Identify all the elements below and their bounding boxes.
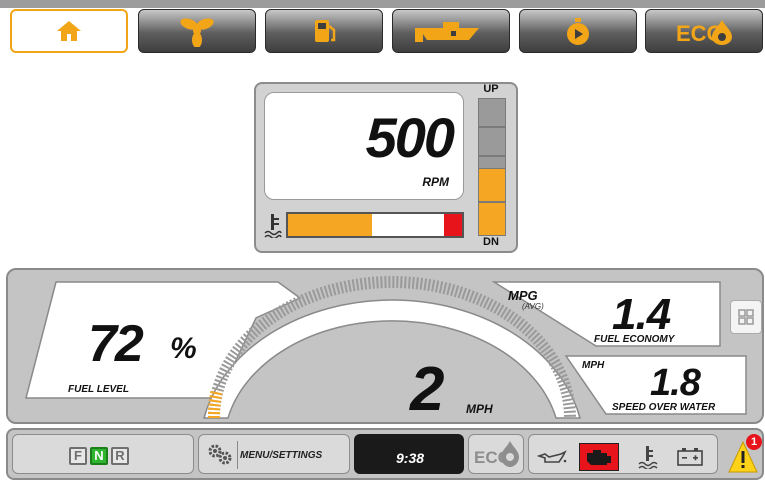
trip-timer-icon (567, 18, 589, 45)
trim-segment (478, 127, 506, 156)
menu-divider (237, 441, 238, 469)
propeller-icon (180, 18, 214, 47)
rpm-panel: 500 RPM UP DN (254, 82, 518, 253)
eco-drop-icon: ECO (474, 441, 519, 467)
tab-bar: ECO (0, 0, 765, 64)
gear-neutral: N (90, 447, 108, 465)
home-icon (57, 21, 81, 41)
oil-can-icon (537, 450, 567, 463)
gears-icon (208, 444, 232, 465)
engine-temperature-bar (286, 212, 464, 238)
speed-over-water-label: SPEED OVER WATER (612, 402, 716, 413)
eco-icon: ECO (676, 20, 732, 46)
check-engine-indicator (579, 443, 619, 471)
engine-temperature-red-zone (444, 214, 462, 236)
tab-eco[interactable]: ECO (645, 9, 763, 53)
economy-unit: MPG (508, 288, 538, 303)
economy-avg-label: (AVG) (522, 302, 544, 311)
engine-temperature-fill (288, 214, 372, 236)
battery-icon (677, 448, 703, 466)
fuel-economy-value: 1.4 (612, 290, 671, 339)
trim-up-label: UP (483, 83, 499, 95)
rpm-unit: RPM (422, 175, 449, 189)
grid-icon (738, 309, 754, 325)
engine-icon (587, 450, 611, 465)
battery-indicator (675, 443, 705, 471)
engine-temp-indicator (633, 443, 663, 471)
alert-count-badge: 1 (746, 434, 762, 450)
fuel-card (25, 281, 302, 399)
trim-segment-active (478, 168, 506, 202)
tab-fuel[interactable] (265, 9, 383, 53)
speed-over-water-value: 1.8 (650, 362, 701, 404)
trim-segment-active (478, 202, 506, 236)
speed-over-water-unit: MPH (582, 360, 605, 371)
gear-reverse: R (111, 447, 129, 465)
trim-segment (478, 98, 506, 127)
fuel-level-label: FUEL LEVEL (68, 384, 129, 395)
rpm-display: 500 RPM (264, 92, 464, 200)
rpm-value: 500 (365, 106, 455, 169)
gear-indicator: F N R (12, 434, 194, 474)
clock: 9:38 (396, 450, 425, 466)
layout-grid-button[interactable] (730, 300, 762, 334)
eco-button[interactable]: ECO (468, 434, 524, 474)
menu-settings-label: MENU/SETTINGS (240, 450, 323, 461)
gear-forward: F (69, 447, 87, 465)
fuel-level-unit: % (170, 332, 197, 365)
bottom-status-bar: F N R MENU/SETTINGS 9:38 ECO 1 (6, 428, 764, 480)
thermometer-icon (638, 446, 658, 469)
oil-pressure-indicator (537, 443, 567, 471)
tab-trip[interactable] (519, 9, 637, 53)
speedometer-arc (203, 299, 581, 419)
fuel-economy-label: FUEL ECONOMY (594, 334, 675, 345)
tab-home[interactable] (10, 9, 128, 53)
fuel-level-value: 72 (88, 315, 144, 373)
tab-boat[interactable] (392, 9, 510, 53)
trim-down-label: DN (483, 236, 499, 248)
coolant-temperature-icon (264, 214, 282, 238)
tab-propeller[interactable] (138, 9, 256, 53)
main-dashboard: 72 % FUEL LEVEL MPG (AVG) 1.4 FUEL ECONO… (6, 268, 764, 424)
speed-unit: MPH (466, 402, 493, 416)
speed-value: 2 (410, 355, 445, 424)
tab-bar-band (0, 0, 765, 8)
warning-indicators (528, 434, 718, 474)
fuel-pump-icon (315, 20, 336, 42)
alert-button[interactable]: 1 (728, 434, 762, 476)
boat-icon (415, 22, 479, 42)
